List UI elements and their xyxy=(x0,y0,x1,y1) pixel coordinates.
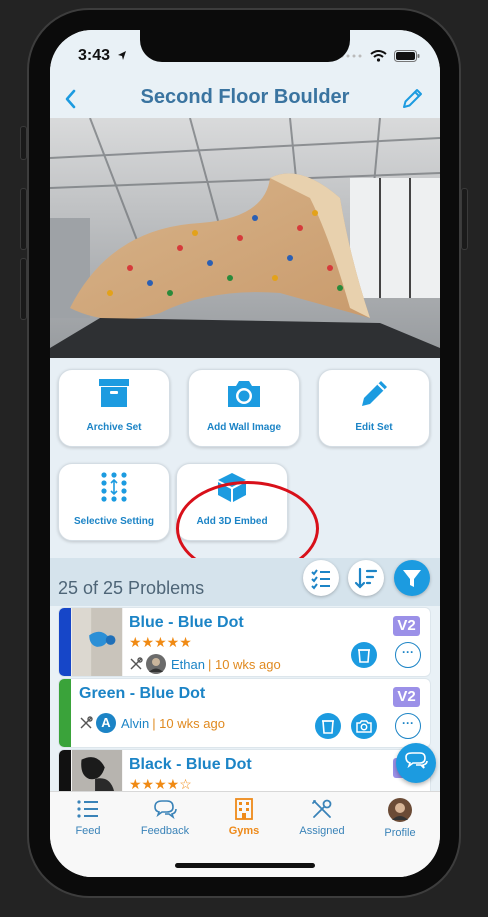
star-rating: ★★★★☆ xyxy=(129,776,192,791)
wall-photo xyxy=(50,118,440,388)
tab-assigned-label: Assigned xyxy=(299,825,345,837)
grade-badge: V2 xyxy=(393,687,420,707)
problem-name: Green - Blue Dot xyxy=(79,685,206,702)
page-title: Second Floor Boulder xyxy=(140,86,350,108)
archive-box-icon xyxy=(99,379,129,407)
setter-info: Ethan | 10 wks ago xyxy=(129,654,281,674)
app-screen: 3:43 Second Floor Boulder Archive Set Ad… xyxy=(50,30,440,877)
checklist-icon xyxy=(311,569,330,590)
setter-name: Ethan xyxy=(171,656,205,672)
selective-setting-label: Selective Setting xyxy=(73,516,155,527)
sort-icon xyxy=(354,567,378,589)
tab-bar: Feed Feedback Gyms Assigned Profile xyxy=(50,791,440,877)
grade-badge: V2 xyxy=(393,616,420,636)
notch xyxy=(140,30,350,62)
chat-fab-button[interactable] xyxy=(396,743,436,783)
mute-switch xyxy=(20,126,27,160)
setter-tools-icon xyxy=(80,716,93,729)
problem-name: Blue - Blue Dot xyxy=(129,614,244,631)
problem-row[interactable]: Green - Blue Dot A Alvin | 10 wks ago V2 xyxy=(58,678,431,748)
setter-name: Alvin xyxy=(121,715,150,731)
filter-button[interactable] xyxy=(394,560,430,596)
problem-row[interactable]: Black - Blue Dot ★★★★☆ xyxy=(58,749,431,791)
setter-avatar xyxy=(146,654,166,674)
problem-name: Black - Blue Dot xyxy=(129,756,252,773)
volume-down-button xyxy=(20,258,27,320)
archive-set-label: Archive Set xyxy=(86,422,142,433)
sort-button[interactable] xyxy=(348,560,384,596)
tab-feedback-label: Feedback xyxy=(140,825,190,837)
battery-icon xyxy=(394,50,420,62)
tools-icon xyxy=(312,799,332,818)
problem-row[interactable]: Blue - Blue Dot ★★★★★ Ethan | 10 wks ago… xyxy=(58,607,431,677)
problem-age: | 10 wks ago xyxy=(207,656,281,672)
status-time: 3:43 xyxy=(78,47,111,64)
setter-info: A Alvin | 10 wks ago xyxy=(79,713,225,733)
color-stripe xyxy=(59,679,71,747)
problem-thumbnail xyxy=(71,608,123,676)
trash-icon xyxy=(358,649,370,663)
chat-bubbles-icon xyxy=(154,800,177,820)
chat-bubbles-icon xyxy=(405,752,428,769)
pencil-icon xyxy=(362,381,387,406)
edit-set-button[interactable]: Edit Set xyxy=(318,369,430,447)
edit-set-label: Edit Set xyxy=(355,422,393,433)
tab-gyms[interactable]: Gyms xyxy=(206,798,282,846)
edit-pencil-icon[interactable] xyxy=(400,85,426,111)
funnel-icon xyxy=(403,570,421,587)
add-wall-image-label: Add Wall Image xyxy=(206,422,282,433)
checklist-filter-button[interactable] xyxy=(303,560,339,596)
camera-outline-icon xyxy=(356,720,372,733)
setter-initial-avatar: A xyxy=(96,713,116,733)
tab-profile[interactable]: Profile xyxy=(362,798,438,846)
tab-feed[interactable]: Feed xyxy=(50,798,126,846)
more-options-button[interactable]: ··· xyxy=(395,642,421,668)
delete-problem-button[interactable] xyxy=(315,713,341,739)
building-icon xyxy=(235,798,253,820)
list-icon xyxy=(77,800,98,818)
dot-grid-icon xyxy=(101,472,127,502)
camera-icon xyxy=(228,381,260,407)
tab-feed-label: Feed xyxy=(75,825,101,837)
more-options-button[interactable]: ··· xyxy=(395,713,421,739)
tab-feedback[interactable]: Feedback xyxy=(127,798,203,846)
archive-set-button[interactable]: Archive Set xyxy=(58,369,170,447)
setter-tools-icon xyxy=(130,657,143,670)
tab-gyms-label: Gyms xyxy=(228,825,260,837)
color-stripe xyxy=(59,750,71,791)
volume-up-button xyxy=(20,188,27,250)
navigation-bar: Second Floor Boulder xyxy=(50,80,440,118)
selective-setting-button[interactable]: Selective Setting xyxy=(58,463,170,541)
color-stripe xyxy=(59,608,71,676)
home-indicator xyxy=(175,863,315,868)
add-wall-image-button[interactable]: Add Wall Image xyxy=(188,369,300,447)
tab-profile-label: Profile xyxy=(384,827,416,839)
problem-thumbnail xyxy=(71,750,123,791)
tab-assigned[interactable]: Assigned xyxy=(284,798,360,846)
star-rating: ★★★★★ xyxy=(129,634,192,650)
problems-list-header: 25 of 25 Problems xyxy=(50,558,440,606)
location-arrow-icon xyxy=(118,51,126,60)
problems-list: Blue - Blue Dot ★★★★★ Ethan | 10 wks ago… xyxy=(50,606,440,791)
problem-count: 25 of 25 Problems xyxy=(58,578,205,598)
delete-problem-button[interactable] xyxy=(351,642,377,668)
trash-icon xyxy=(322,720,334,734)
wifi-icon xyxy=(370,50,387,62)
problem-age: | 10 wks ago xyxy=(152,715,225,731)
add-photo-button[interactable] xyxy=(351,713,377,739)
power-button xyxy=(461,188,468,250)
device-background: 3:43 Second Floor Boulder Archive Set Ad… xyxy=(0,0,488,917)
avatar-icon xyxy=(388,798,412,822)
